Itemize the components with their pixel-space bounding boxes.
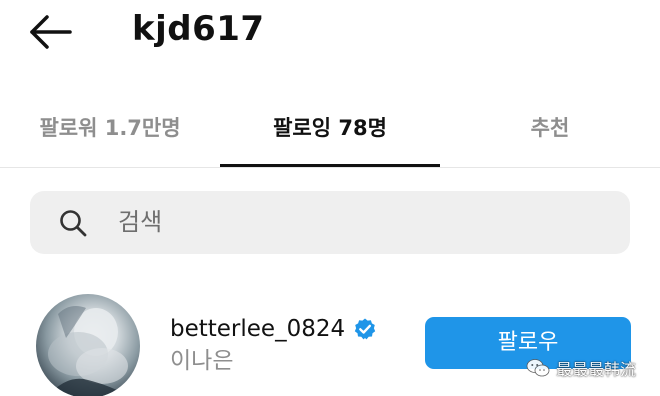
tab-followers[interactable]: 팔로워 1.7만명 bbox=[0, 94, 220, 160]
account-username[interactable]: betterlee_0824 bbox=[170, 312, 345, 346]
tab-suggested[interactable]: 추천 bbox=[440, 94, 660, 160]
tab-following[interactable]: 팔로잉 78명 bbox=[220, 94, 440, 160]
search-icon bbox=[58, 208, 88, 238]
search-input[interactable]: 검색 bbox=[30, 191, 630, 254]
tab-bar: 팔로워 1.7만명 팔로잉 78명 추천 bbox=[0, 94, 660, 168]
account-fullname: 이나은 bbox=[170, 348, 234, 374]
wechat-icon bbox=[526, 358, 550, 378]
page-title: kjd617 bbox=[132, 9, 265, 49]
following-list-screen: kjd617 팔로워 1.7만명 팔로잉 78명 추천 검색 betterlee… bbox=[0, 0, 660, 396]
avatar[interactable] bbox=[36, 294, 140, 396]
watermark-text: 最最最韩流 bbox=[556, 360, 637, 379]
account-name-row: betterlee_0824 bbox=[170, 312, 377, 346]
tabs-divider bbox=[0, 167, 660, 168]
search-placeholder: 검색 bbox=[118, 208, 163, 236]
back-button[interactable] bbox=[28, 12, 76, 52]
watermark: 最最最韩流 bbox=[526, 355, 636, 381]
header: kjd617 bbox=[0, 0, 660, 66]
arrow-left-icon bbox=[30, 15, 72, 49]
verified-badge-icon bbox=[353, 317, 377, 341]
